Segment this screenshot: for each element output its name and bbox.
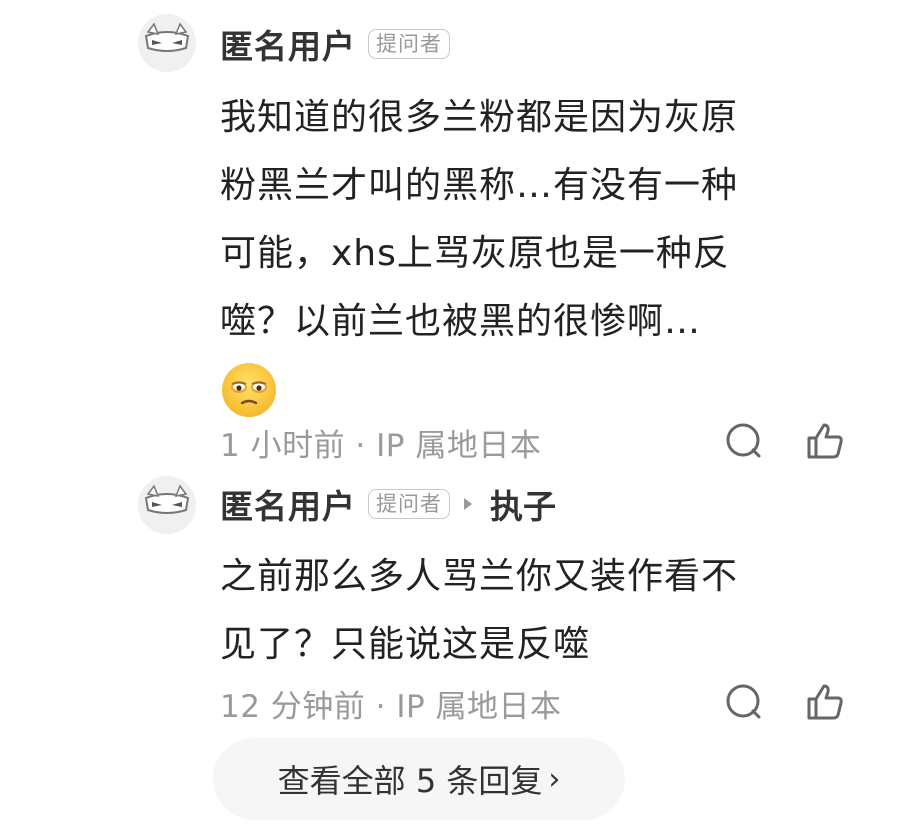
content-line: 见了？只能说这是反噬	[220, 624, 591, 665]
content-line: 噬？以前兰也被黑的很惨啊…	[220, 301, 702, 342]
reply-content: 之前那么多人骂兰你又装作看不 见了？只能说这是反噬	[220, 543, 860, 679]
view-all-label: 查看全部 5 条回复	[277, 762, 543, 800]
content-line: 可能，xhs上骂灰原也是一种反	[220, 233, 730, 274]
reply-header: 匿名用户 提问者 执子	[220, 484, 556, 526]
asker-badge: 提问者	[368, 29, 450, 59]
anonymous-mask-icon	[138, 476, 196, 534]
username[interactable]: 匿名用户	[220, 480, 356, 528]
reply-item: 匿名用户 提问者 我知道的很多兰粉都是因为灰原 粉黑兰才叫的黑称…有没有一种 可…	[0, 0, 897, 470]
reply-meta: 1 小时前 · IP 属地日本	[220, 428, 542, 464]
content-line: 粉黑兰才叫的黑称…有没有一种	[220, 165, 739, 206]
reply-content: 我知道的很多兰粉都是因为灰原 粉黑兰才叫的黑称…有没有一种 可能，xhs上骂灰原…	[220, 84, 860, 424]
anonymous-mask-icon	[138, 14, 196, 72]
reply-header: 匿名用户 提问者	[220, 24, 450, 66]
view-all-replies-button[interactable]: 查看全部 5 条回复 ›	[213, 738, 625, 820]
content-line: 我知道的很多兰粉都是因为灰原	[220, 97, 739, 138]
asker-badge: 提问者	[368, 489, 450, 519]
reply-meta: 12 分钟前 · IP 属地日本	[220, 689, 562, 725]
chevron-right-icon: ›	[548, 761, 561, 797]
thumbs-up-icon[interactable]	[803, 419, 847, 463]
reply-arrow-icon	[464, 498, 472, 510]
username[interactable]: 匿名用户	[220, 20, 356, 68]
tired-face-emoji-icon	[222, 363, 276, 417]
content-line: 之前那么多人骂兰你又装作看不	[220, 556, 739, 597]
comment-bubble-icon[interactable]	[722, 680, 766, 724]
avatar[interactable]	[138, 476, 196, 534]
avatar[interactable]	[138, 14, 196, 72]
reply-to-username[interactable]: 执子	[490, 480, 556, 528]
comment-bubble-icon[interactable]	[722, 419, 766, 463]
thumbs-up-icon[interactable]	[803, 680, 847, 724]
reply-item: 匿名用户 提问者 执子 之前那么多人骂兰你又装作看不 见了？只能说这是反噬 12…	[0, 470, 897, 730]
